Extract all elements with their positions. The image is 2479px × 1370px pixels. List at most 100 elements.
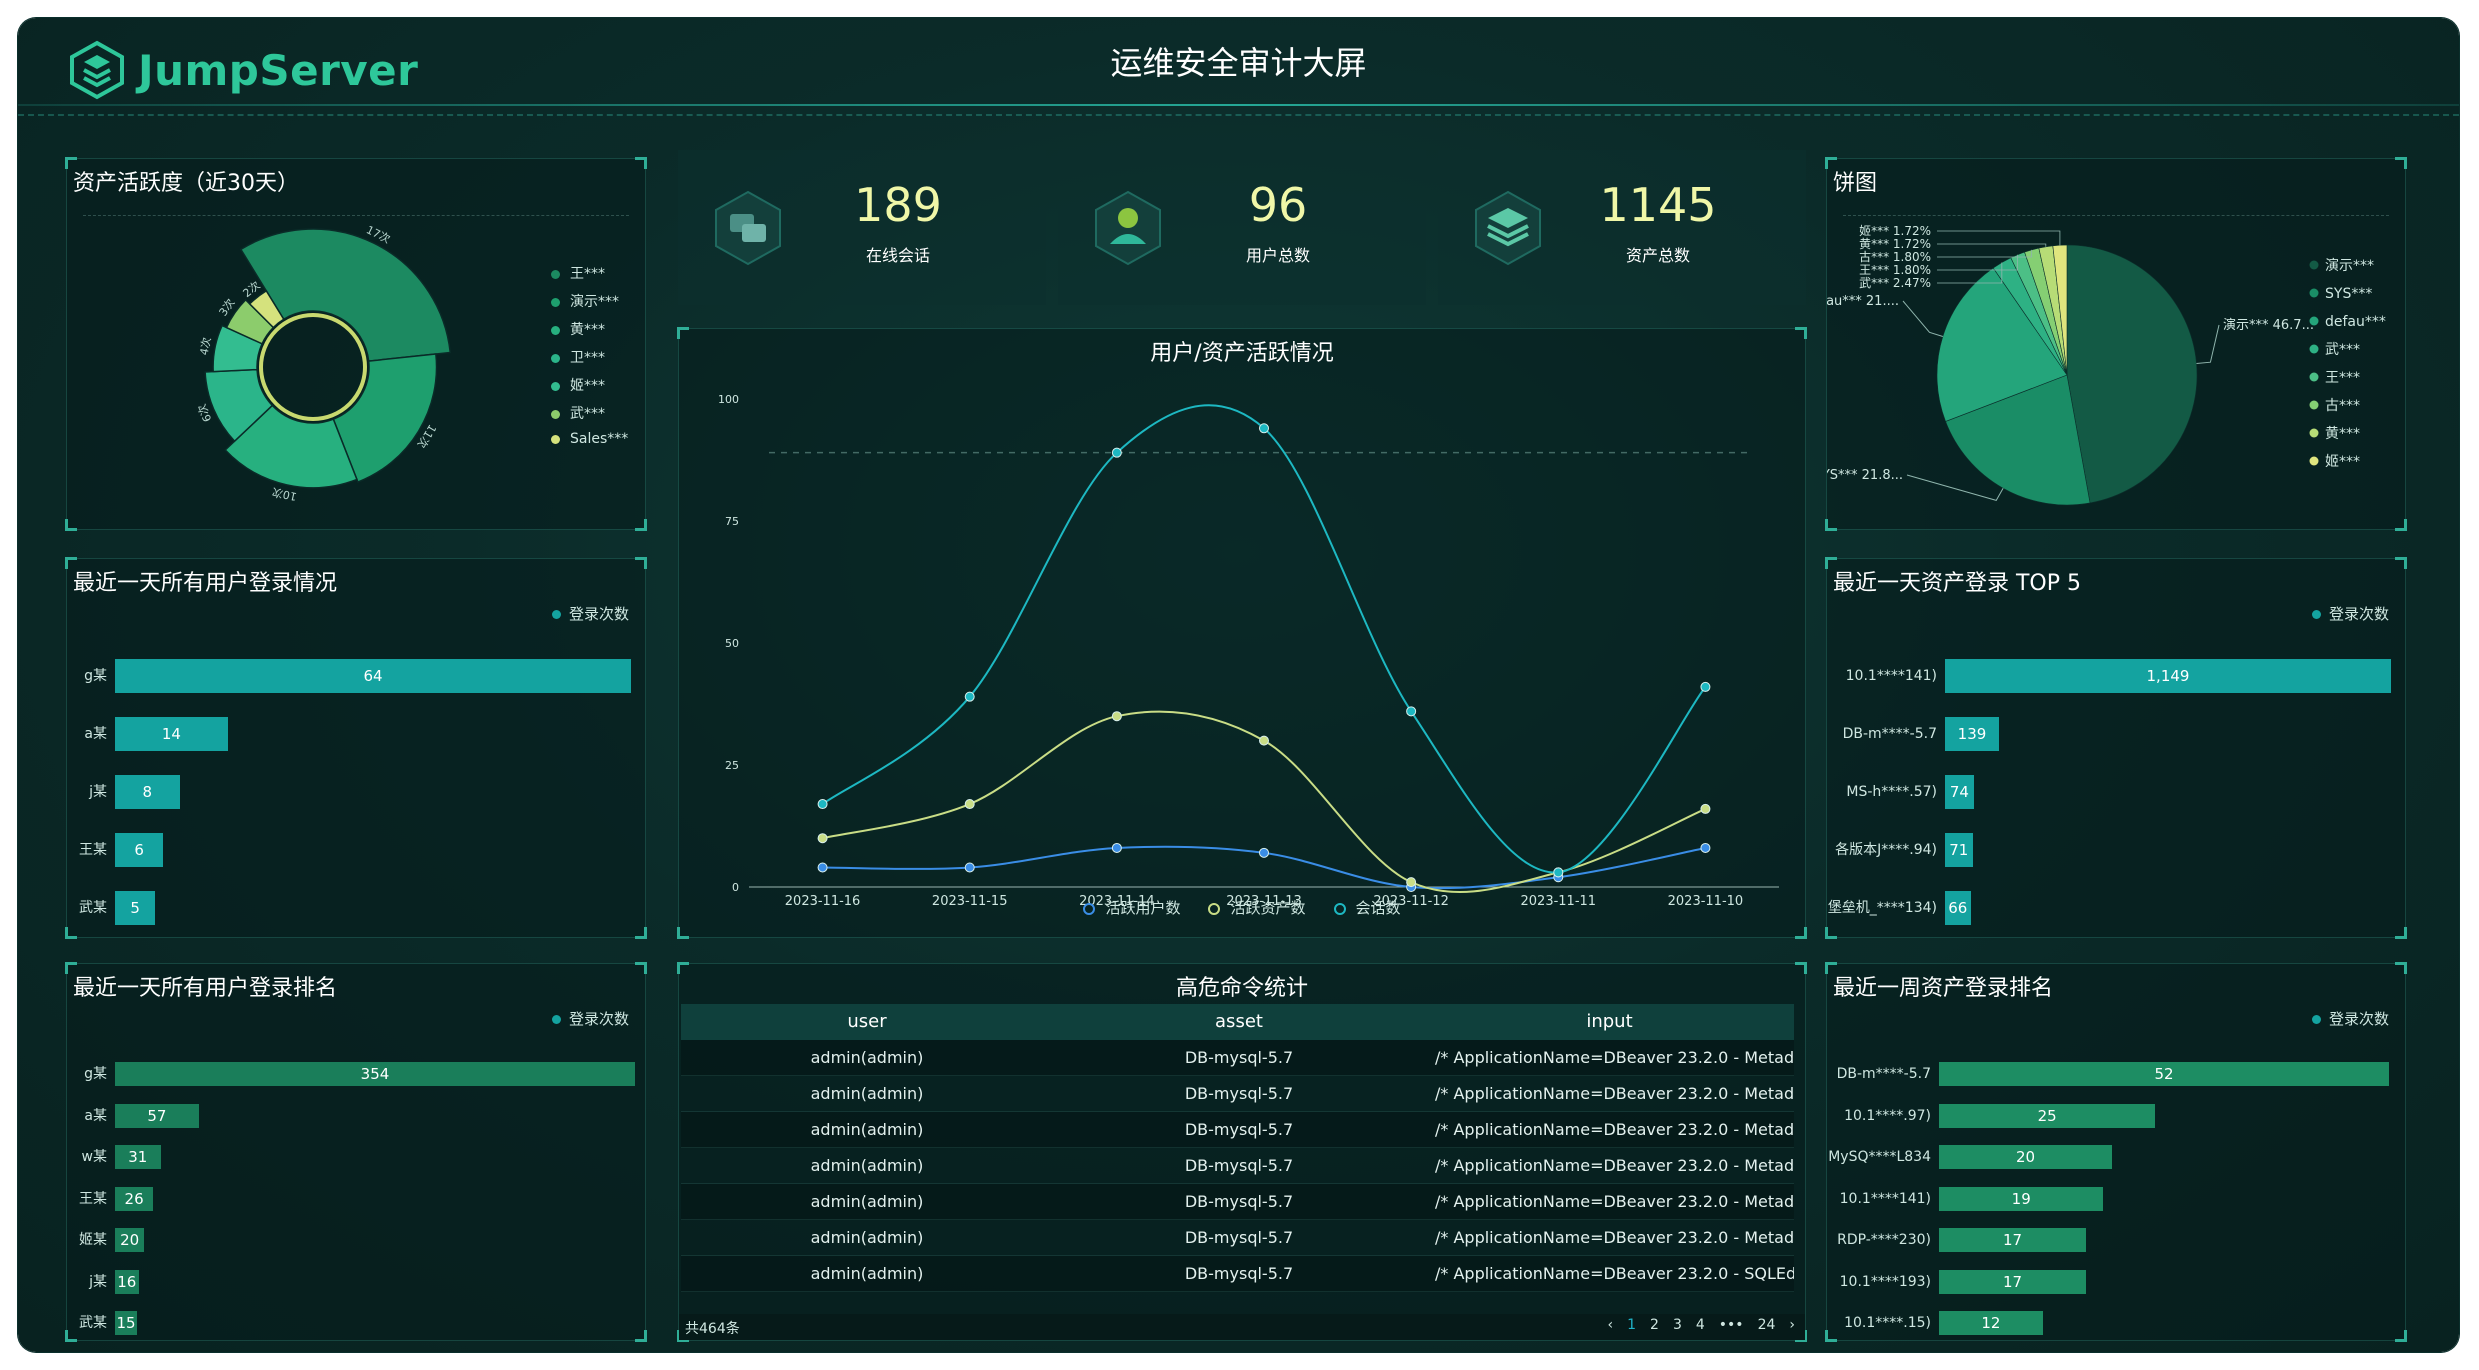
line-legend-item[interactable]: 会话数 [1333, 899, 1401, 917]
series-point[interactable] [817, 862, 828, 873]
bar[interactable]: 19 [1939, 1186, 2104, 1211]
series-point[interactable] [1700, 842, 1711, 853]
bar-legend[interactable]: 登录次数 [2311, 603, 2389, 624]
line-legend-item[interactable]: 活跃用户数 [1083, 899, 1180, 917]
asset-activity-legend-item[interactable]: 演示*** [551, 291, 619, 311]
column-header-input[interactable]: input [1425, 1004, 1794, 1040]
legend-dot-icon [2309, 456, 2319, 466]
bar[interactable]: 64 [115, 659, 631, 693]
series-point[interactable] [817, 833, 828, 844]
series-point[interactable] [817, 799, 828, 810]
table-row[interactable]: admin(admin) DB-mysql-5.7 /* ApplicationNa… [681, 1040, 1794, 1076]
column-header-user[interactable]: user [681, 1004, 1053, 1040]
bar[interactable]: 6 [115, 833, 164, 867]
bar[interactable]: 15 [115, 1311, 138, 1335]
bar-value-label: 52 [2154, 1065, 2174, 1083]
bar[interactable]: 31 [115, 1145, 161, 1169]
bar[interactable]: 14 [115, 717, 228, 751]
series-point[interactable] [1406, 706, 1417, 717]
cell-input: /* ApplicationName=DBeaver 23.2.0 - Meta… [1435, 1228, 1794, 1247]
bar[interactable]: 17 [1939, 1228, 2087, 1252]
user-login-day-panel: 最近一天所有用户登录情况 登录次数 g某 64 a某 14 j某 8 王某 6 武某 5 [65, 557, 647, 939]
pie-legend-item[interactable]: 武*** [2309, 342, 2361, 358]
chat-bubbles-icon [715, 190, 781, 266]
line-legend-item[interactable]: 活跃资产数 [1208, 899, 1306, 917]
table-row[interactable]: admin(admin) DB-mysql-5.7 /* ApplicationNa… [681, 1256, 1794, 1292]
pagination-page-2[interactable]: 2 [1650, 1317, 1659, 1333]
bar[interactable]: 12 [1939, 1311, 2043, 1335]
series-point[interactable] [1111, 447, 1122, 458]
pagination-next-button[interactable]: › [1789, 1317, 1795, 1333]
column-header-asset[interactable]: asset [1053, 1004, 1425, 1040]
bar[interactable]: 354 [115, 1062, 635, 1086]
pie-legend-item[interactable]: defau*** [2309, 314, 2386, 330]
bar[interactable]: 8 [115, 775, 180, 809]
bar-category-label: MySQ****L834 [1828, 1149, 1931, 1165]
pagination-ellipsis[interactable]: ••• [1719, 1317, 1744, 1333]
bar-legend[interactable]: 登录次数 [2311, 1008, 2389, 1029]
asset-activity-legend-item[interactable]: 武*** [551, 403, 605, 423]
bar-value-label: 17 [2003, 1272, 2023, 1291]
bar[interactable]: 1,149 [1945, 659, 2391, 693]
bar[interactable]: 74 [1945, 775, 1974, 809]
rose-slice[interactable] [239, 228, 452, 362]
series-point[interactable] [1700, 803, 1711, 814]
asset-activity-legend-item[interactable]: 卫*** [551, 347, 605, 367]
bar[interactable]: 20 [1939, 1145, 2113, 1169]
legend-label: 卫*** [570, 350, 605, 366]
pie-legend-item[interactable]: 姬*** [2309, 454, 2361, 470]
pie-slice-label: SYS*** 21.8... [1827, 468, 1903, 483]
bar-legend[interactable]: 登录次数 [551, 603, 629, 624]
table-row[interactable]: admin(admin) DB-mysql-5.7 /* ApplicationNa… [681, 1184, 1794, 1220]
table-row[interactable]: admin(admin) DB-mysql-5.7 /* ApplicationNa… [681, 1220, 1794, 1256]
activity-line-chart: 02550751002023-11-16 2023-11-15 2023-11-14… [718, 393, 1779, 909]
pie-panel: 饼图 演示*** 46.7... SYS*** 21.8... defau*** 2… [1825, 157, 2407, 531]
table-row[interactable]: admin(admin) DB-mysql-5.7 /* ApplicationNa… [681, 1112, 1794, 1148]
asset-activity-legend-item[interactable]: 王*** [551, 263, 605, 283]
series-point[interactable] [1259, 847, 1269, 858]
table-row[interactable]: admin(admin) DB-mysql-5.7 /* ApplicationNa… [681, 1148, 1794, 1184]
pagination-page-24[interactable]: 24 [1758, 1317, 1776, 1333]
bar[interactable]: 17 [1939, 1269, 2087, 1294]
pie-legend-label: 武*** [2325, 342, 2360, 358]
series-point[interactable] [1259, 735, 1269, 746]
pie-legend-item[interactable]: SYS*** [2309, 286, 2373, 302]
legend-dot-icon [2309, 288, 2319, 298]
stack-layers-icon [1475, 190, 1541, 266]
pie-legend-item[interactable]: 演示*** [2309, 258, 2375, 274]
series-point[interactable] [1259, 423, 1269, 434]
series-point[interactable] [964, 862, 975, 873]
cell-asset: DB-mysql-5.7 [1184, 1228, 1294, 1247]
bar[interactable]: 5 [115, 891, 156, 925]
pie-slice[interactable] [2066, 244, 2198, 504]
table-row[interactable]: admin(admin) DB-mysql-5.7 /* ApplicationNa… [681, 1076, 1794, 1112]
bar[interactable]: 66 [1945, 891, 1971, 925]
pagination-prev-button[interactable]: ‹ [1607, 1317, 1613, 1333]
pie-legend-label: 演示*** [2325, 258, 2374, 274]
bar[interactable]: 16 [115, 1269, 139, 1294]
pie-legend-item[interactable]: 王*** [2309, 370, 2361, 386]
bar[interactable]: 26 [115, 1186, 154, 1211]
bar[interactable]: 25 [1939, 1103, 2156, 1128]
pagination-page-3[interactable]: 3 [1673, 1317, 1682, 1333]
bar[interactable]: 20 [115, 1228, 145, 1252]
series-point[interactable] [1111, 711, 1122, 722]
pie-legend-item[interactable]: 黄*** [2309, 425, 2361, 442]
pagination-page-4[interactable]: 4 [1696, 1317, 1705, 1333]
pie-legend-item[interactable]: 古*** [2309, 398, 2361, 414]
bar[interactable]: 52 [1939, 1062, 2389, 1086]
series-point[interactable] [1111, 842, 1122, 853]
pagination-page-1[interactable]: 1 [1627, 1317, 1636, 1333]
bar[interactable]: 71 [1945, 833, 1973, 867]
series-point[interactable] [1553, 867, 1564, 878]
bar[interactable]: 57 [115, 1103, 199, 1128]
series-point[interactable] [964, 799, 975, 810]
bar-legend[interactable]: 登录次数 [551, 1008, 629, 1029]
asset-activity-legend-item[interactable]: 姬*** [551, 375, 605, 395]
series-point[interactable] [1700, 681, 1711, 692]
series-point[interactable] [964, 691, 975, 702]
series-point[interactable] [1406, 877, 1417, 888]
asset-activity-legend-item[interactable]: Sales*** [551, 431, 628, 447]
asset-activity-legend-item[interactable]: 黄*** [551, 319, 605, 339]
bar[interactable]: 139 [1945, 717, 1999, 751]
